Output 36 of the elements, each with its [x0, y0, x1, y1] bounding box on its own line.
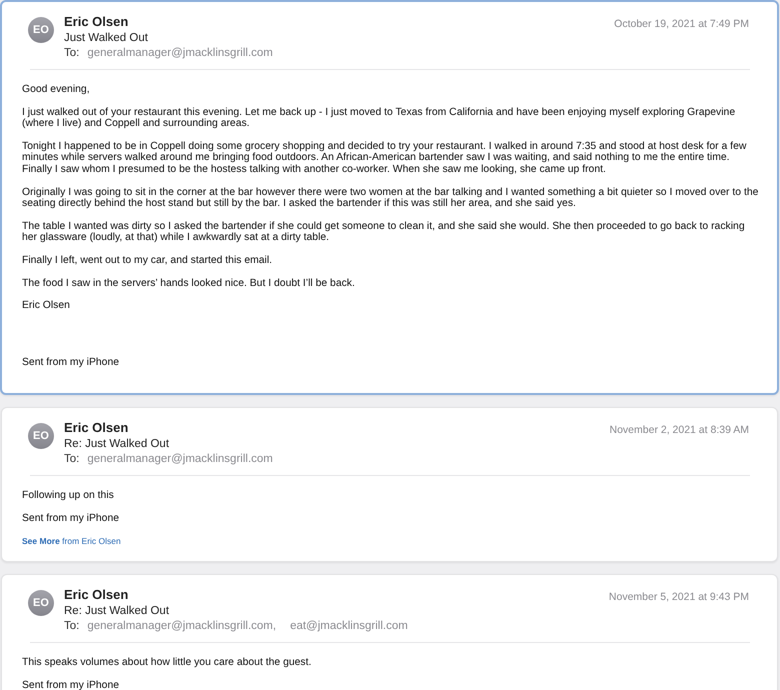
message-paragraph: Sent from my iPhone — [22, 512, 120, 524]
message-card[interactable] — [0, 0, 779, 396]
message-date: November 2, 2021 at 8:39 AM — [610, 424, 749, 436]
message-paragraph: Tonight I happened to be in Coppell doing some grocery shopping and decided to try your restaurant. I walked in around 7:35 and stood at host desk for a few minutes while servers walked around me bringing food outdoors. An African-American bartender saw I was waiting, and said nothing to me the entire time. Finally I saw whom I presumed to be the hostess talking with another co-worker. When she saw me looking, she came up front. — [22, 140, 748, 176]
see-more-sender: from Eric Olsen — [62, 536, 121, 546]
message-paragraph: I just walked out of your restaurant this evening. Let me back up - I just moved to Texas from California and have been enjoying myself exploring Grapevine (where I live) and Coppell and surrounding areas. — [22, 106, 736, 130]
recipient-address: generalmanager@jmacklinsgrill.com — [87, 453, 273, 466]
message-card[interactable]: EO Eric Olsen Re: Just Walked Out To: generalmanager@jmacklinsgrill.com November 2, 2021 at 8:39 AM Following up on this Sent from my iPhone See More from Eric Olsen — [1, 407, 778, 562]
avatar: EO — [28, 590, 54, 616]
message-paragraph: Following up on this — [22, 490, 115, 502]
sender-name: Eric Olsen — [64, 420, 128, 436]
message-date: November 5, 2021 at 9:43 PM — [608, 591, 749, 604]
subject: Re: Just Walked Out — [64, 605, 170, 618]
message-paragraph: Good evening, — [22, 84, 91, 96]
message-paragraph: Finally I left, went out to my car, and started this email. — [22, 254, 274, 267]
recipient-address: generalmanager@jmacklinsgrill.com — [87, 47, 273, 59]
subject: Just Walked Out — [64, 32, 148, 44]
sender-name: Eric Olsen — [64, 14, 128, 29]
message-paragraph: The table I wanted was dirty so I asked the bartender if she could get someone to clean it, and she said she would. She then proceeded to go back to racking her glassware (loudly, at that) while I awkwardly sat at a dirty table. — [22, 220, 746, 244]
message-paragraph: The food I saw in the servers’ hands looked nice. But I doubt I’ll be back. — [22, 278, 356, 290]
to-label: To: — [64, 47, 80, 59]
message-paragraph: This speaks volumes about how little you care about the guest. — [22, 657, 312, 669]
message-paragraph: Sent from my iPhone — [22, 680, 120, 690]
see-more-link[interactable]: See More — [22, 536, 60, 546]
avatar: EO — [28, 17, 54, 43]
recipient-address: generalmanager@jmacklinsgrill.com, — [87, 620, 276, 632]
avatar: EO — [28, 423, 54, 450]
to-label: To: — [64, 620, 80, 632]
message-paragraph: Originally I was going to sit in the corner at the bar however there were two women at the bar talking and I wanted something a bit quieter so I moved over to the seating directly behind the host stand but still by the bar. I asked the bartender if this was still her area, and she said yes. — [22, 186, 760, 210]
to-label: To: — [64, 453, 80, 466]
sender-name: Eric Olsen — [64, 587, 128, 602]
recipient-address: eat@jmacklinsgrill.com — [290, 620, 408, 632]
message-date: October 19, 2021 at 7:49 PM — [614, 18, 749, 30]
subject: Re: Just Walked Out — [64, 438, 170, 450]
message-paragraph: Eric Olsen — [22, 300, 71, 312]
message-paragraph: Sent from my iPhone — [22, 356, 120, 368]
